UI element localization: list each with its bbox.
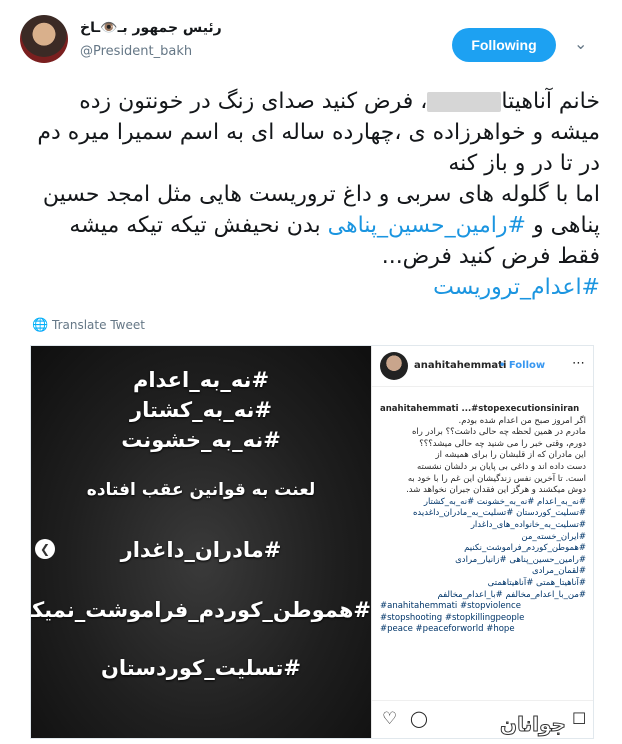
hashtag-link[interactable]: #اعدام_تروریست [433,275,600,300]
tweet-text: خانم آناهیتا، فرض کنید صدای زنگ در خونتو… [20,86,600,303]
poster-text: #مادران_داغدار [120,538,282,562]
tweet-header: رئیس جمهور بـ👁️ـاخ @President_bakh Follo… [0,0,622,80]
tweet-line: #اعدام_تروریست [20,272,600,303]
caption-line: مادرم در همین لحظه چه حالی داشت؟؟ برادر … [411,427,586,438]
caption-line: #stopshooting #stopkillingpeople [380,612,525,623]
hashtag-link[interactable]: #رامین_حسین_پناهی [328,213,526,238]
instagram-header: anahitahemmati • Follow ⋯ [372,346,593,387]
poster-image: #نه_به_اعدام #نه_به_کشتار #نه_به_خشونت ل… [31,346,371,738]
instagram-caption: anahitahemmati ...#stopexecutionsiniran … [380,404,586,636]
caption-line: #peace #peaceforworld #hope [380,624,515,635]
poster-text: #نه_به_کشتار [130,398,272,422]
tweet-line: فقط فرض کنید فرض... [381,244,600,269]
more-options-icon[interactable]: ⋯ [572,356,585,371]
blurred-name [427,92,502,112]
previous-arrow-icon[interactable]: ❮ [35,539,55,559]
caption-line: #من_با_اعدام_مخالفم #با_اعدام_مخالفم [437,589,586,600]
user-avatar[interactable] [20,15,68,63]
heart-icon[interactable]: ♡ [382,709,397,729]
caption-line: دست داده اند و داغی بی پایان بر دلشان نش… [416,461,586,472]
caption-line: #ایران_خسته_من [521,531,586,542]
caption-line: دوش میکشند و هرگز این فقدان جبران نخواهد… [406,485,586,496]
poster-text: لعنت به قوانین عقب افتاده [86,480,316,500]
caption-line: #رامین_حسین_پناهی #زانیار_مرادی [455,554,586,565]
caption-line: #آناهیتا_همتی #آناهیتاهمتی [487,577,586,588]
chevron-down-icon[interactable]: ⌄ [574,34,587,53]
caption-line: است. تا آخرین نفس زندگیشان این غم را با … [407,473,586,484]
user-display-name[interactable]: رئیس جمهور بـ👁️ـاخ [80,20,222,36]
caption-line: دورم، وقتی خبر را می شنید چه حالی میشد؟؟… [419,438,586,449]
poster-text: #نه_به_اعدام [132,368,270,392]
following-button[interactable]: Following [452,28,556,62]
instagram-avatar[interactable] [380,352,408,380]
bookmark-icon[interactable]: ☐ [572,709,586,728]
watermark-logo: جوانان [500,712,567,737]
poster-text: #هموطن_کوردم_فراموشت_نمیکنیم [30,598,371,622]
caption-line: #تسلیت_کوردستان #تسلیت_به_مادران_داغدیده [412,508,586,519]
tweet-line: اما با گلوله های سربی و داغ تروریست هایی… [42,182,600,207]
caption-line: #anahitahemmati #stopviolence [380,601,521,612]
caption-line: این مادران که از قلبشان را برای همیشه از [435,450,586,461]
caption-line: #نه_به_اعدام #نه_به_خشونت #نه_به_کشتار [423,496,586,507]
instagram-panel: anahitahemmati • Follow ⋯ anahitahemmati… [371,346,593,738]
instagram-username[interactable]: anahitahemmati [414,360,506,371]
tweet-line: خانم آناهیتا، فرض کنید صدای زنگ در خونتو… [79,89,600,114]
translate-label: Translate Tweet [52,318,145,332]
caption-line: #تسلیت_به_خانواده_های_داغدار [470,519,586,530]
caption-line: اگر امروز صبح من اعدام شده بودم. [458,415,586,426]
tweet-line: پناهی و #رامین_حسین_پناهی بدن نحیفش تیکه… [69,213,600,238]
embedded-media[interactable]: #نه_به_اعدام #نه_به_کشتار #نه_به_خشونت ل… [30,345,594,739]
poster-text: #نه_به_خشونت [121,428,281,452]
instagram-follow-link[interactable]: • Follow [499,360,545,371]
caption-line: #هموطن_کوردم_فراموشت_نکنیم [464,543,586,554]
tweet-line: در تا در و باز کنه [448,151,600,176]
poster-text: #تسلیت_کوردستان [100,656,301,680]
tweet-line: میشه و خواهرزاده ی ،چهارده ساله ای به اس… [37,120,600,145]
caption-head: anahitahemmati ...#stopexecutionsiniran [380,404,580,414]
user-handle[interactable]: @President_bakh [80,44,192,59]
globe-icon: 🌐 [32,318,49,333]
comment-icon[interactable]: ◯ [410,709,428,728]
translate-tweet-link[interactable]: 🌐 Translate Tweet [32,318,145,333]
caption-line: #لقمان_مرادی [531,566,586,577]
